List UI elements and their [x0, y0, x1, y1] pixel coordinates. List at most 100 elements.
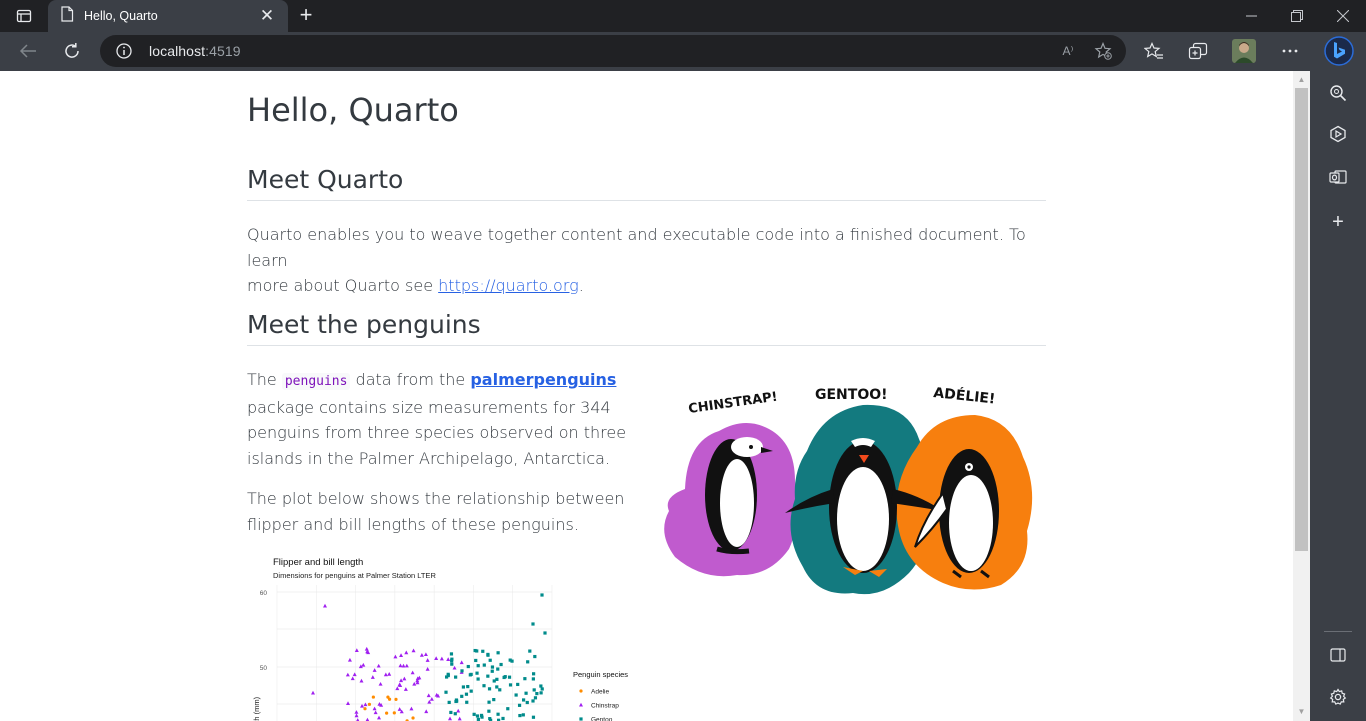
point-gentoo [499, 662, 503, 667]
point-gentoo [496, 712, 500, 716]
add-favorite-icon[interactable] [1093, 41, 1113, 61]
point-chinstrap [404, 650, 409, 655]
url-text: localhost:4519 [149, 43, 241, 59]
point-chinstrap [346, 701, 351, 705]
gentoo-label: GENTOO! [815, 387, 888, 403]
point-gentoo [475, 714, 480, 718]
point-gentoo [476, 717, 480, 721]
scroll-thumb[interactable] [1295, 88, 1308, 551]
penguins-code: penguins [281, 373, 351, 390]
point-gentoo [447, 700, 451, 704]
point-gentoo [466, 664, 470, 669]
minimize-icon[interactable] [1228, 0, 1274, 32]
point-gentoo [444, 690, 448, 694]
point-gentoo [503, 675, 507, 679]
point-chinstrap [439, 656, 444, 661]
legend-key-gentoo [579, 717, 583, 721]
point-gentoo [487, 687, 492, 691]
new-tab-icon[interactable]: + [294, 4, 318, 28]
plot-legend: Adelie Chinstrap Gentoo [579, 689, 619, 721]
point-chinstrap [429, 697, 434, 701]
point-chinstrap [402, 676, 407, 681]
close-window-icon[interactable] [1320, 0, 1366, 32]
point-gentoo [454, 675, 458, 679]
point-gentoo [488, 658, 492, 662]
point-gentoo [506, 707, 510, 711]
point-gentoo [508, 683, 513, 687]
point-gentoo [525, 700, 529, 705]
point-gentoo [474, 658, 478, 663]
refresh-icon[interactable] [57, 36, 87, 66]
intro-line-1: Quarto enables you to weave together con… [247, 225, 1026, 270]
quarto-link[interactable]: https://quarto.org [438, 276, 579, 295]
page-icon [60, 5, 74, 27]
profile-avatar[interactable] [1229, 36, 1259, 66]
scroll-down-arrow-icon[interactable]: ▼ [1297, 707, 1306, 716]
site-info-icon[interactable] [116, 43, 132, 64]
point-chinstrap [372, 668, 377, 672]
point-gentoo [539, 684, 543, 688]
point-gentoo [465, 700, 469, 704]
point-chinstrap [352, 672, 357, 677]
read-aloud-icon[interactable]: A⁾ [1058, 41, 1078, 61]
point-chinstrap [456, 708, 461, 713]
point-chinstrap [452, 665, 457, 670]
point-gentoo [528, 649, 532, 653]
back-icon[interactable] [13, 36, 43, 66]
palmerpenguins-link[interactable]: palmerpenguins [470, 370, 616, 389]
point-chinstrap [399, 653, 404, 657]
hide-sidebar-icon[interactable] [1327, 644, 1349, 666]
page-scrollbar[interactable]: ▲ ▼ [1293, 71, 1310, 721]
point-gentoo [449, 652, 454, 656]
legend-label-adelie: Adelie [591, 689, 609, 696]
point-gentoo [487, 709, 491, 713]
point-chinstrap [378, 681, 383, 686]
y-axis-label: Bill length (mm) [252, 696, 261, 721]
browser-tab[interactable]: Hello, Quarto ✕ [48, 0, 288, 32]
plot-grid [276, 585, 553, 721]
point-chinstrap [345, 672, 350, 677]
point-gentoo [454, 698, 459, 702]
settings-gear-icon[interactable] [1327, 686, 1349, 708]
point-gentoo [472, 712, 476, 716]
title-bar: Hello, Quarto ✕ + [0, 0, 1366, 32]
page-title: Hello, Quarto [247, 91, 459, 129]
outlook-sidebar-icon[interactable] [1327, 166, 1349, 188]
penguins-line-2: package contains size measurements for 3… [247, 397, 611, 417]
point-chinstrap [397, 682, 402, 687]
point-adelie [371, 695, 375, 699]
url-port: :4519 [205, 43, 241, 59]
point-gentoo [475, 649, 479, 653]
section-heading-meet-quarto: Meet Quarto [247, 165, 1046, 201]
scroll-up-arrow-icon[interactable]: ▲ [1297, 75, 1306, 84]
more-menu-icon[interactable] [1275, 36, 1305, 66]
point-gentoo [495, 685, 499, 689]
search-sidebar-icon[interactable] [1327, 82, 1349, 104]
point-chinstrap [383, 672, 388, 677]
address-bar[interactable]: localhost:4519 A⁾ [100, 35, 1126, 67]
restore-icon[interactable] [1274, 0, 1320, 32]
penguins-paragraph: The penguins data from the palmerpenguin… [247, 367, 627, 471]
tab-actions-icon[interactable] [10, 5, 38, 27]
games-sidebar-icon[interactable] [1327, 123, 1349, 145]
point-chinstrap [412, 681, 417, 686]
penguins-line-4: islands in the Palmer Archipelago, Antar… [247, 448, 610, 468]
adelie-label: ADÉLIE! [933, 384, 997, 407]
add-sidebar-app-icon[interactable]: + [1327, 211, 1349, 233]
close-tab-icon[interactable]: ✕ [258, 6, 276, 26]
point-chinstrap [459, 660, 464, 665]
bing-copilot-icon[interactable] [1322, 34, 1356, 68]
point-chinstrap [423, 652, 428, 657]
point-chinstrap [360, 703, 365, 708]
point-gentoo [543, 631, 547, 635]
point-gentoo [476, 677, 480, 681]
favorites-icon[interactable] [1139, 36, 1169, 66]
point-gentoo [481, 649, 485, 653]
point-gentoo [496, 651, 500, 655]
collections-icon[interactable] [1183, 36, 1213, 66]
point-chinstrap [434, 656, 439, 660]
intro-line-2-suffix: . [578, 276, 584, 295]
point-gentoo [510, 659, 514, 663]
plot-intro-paragraph: The plot below shows the relationship be… [247, 486, 627, 537]
point-gentoo [540, 687, 544, 691]
